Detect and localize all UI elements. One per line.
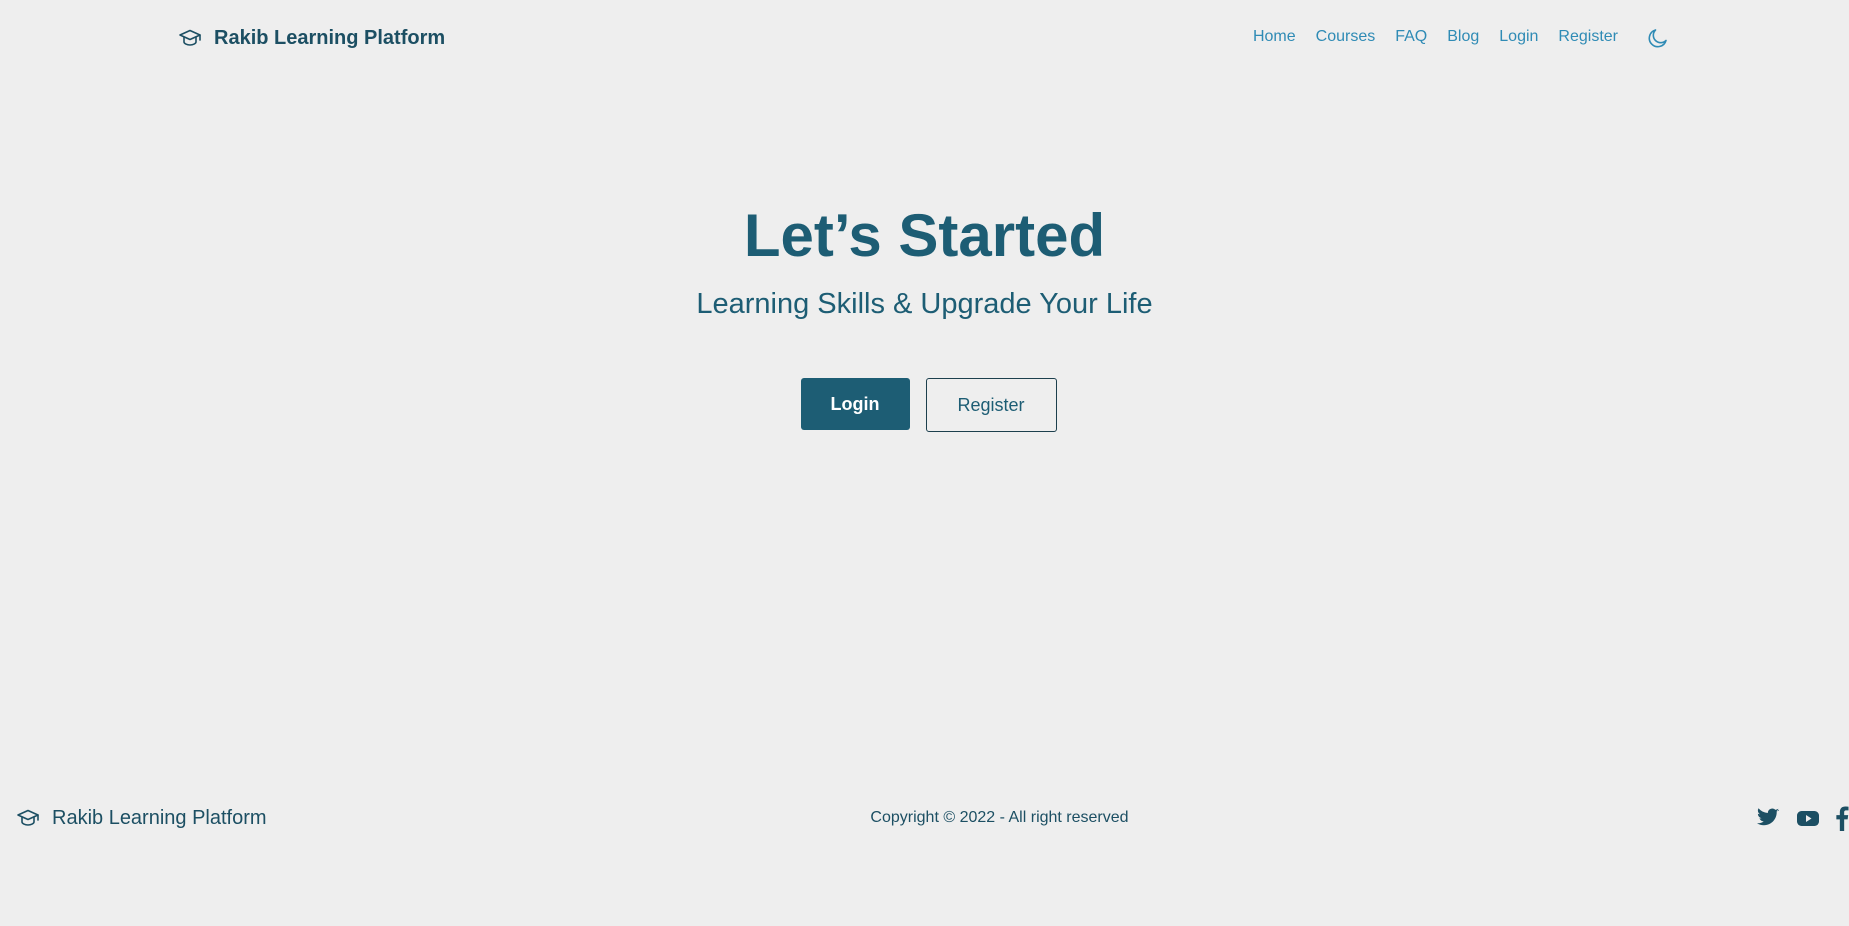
moon-icon: [1646, 26, 1670, 50]
hero-section: Let’s Started Learning Skills & Upgrade …: [0, 200, 1849, 432]
theme-toggle-button[interactable]: [1646, 26, 1670, 50]
main-nav: Home Courses FAQ Blog Login Register: [1233, 28, 1618, 46]
brand-link[interactable]: Rakib Learning Platform: [178, 26, 445, 50]
hero-actions: Login Register: [0, 378, 1849, 432]
facebook-icon: [1835, 805, 1849, 831]
youtube-link[interactable]: [1795, 806, 1821, 830]
nav-home-link[interactable]: Home: [1253, 28, 1296, 46]
hero-title: Let’s Started: [743, 202, 1106, 269]
nav-register-link[interactable]: Register: [1558, 28, 1618, 46]
nav-login-link[interactable]: Login: [1499, 28, 1538, 46]
copyright-text: Copyright © 2022 - All right reserved: [870, 809, 1129, 826]
brand-name: Rakib Learning Platform: [214, 26, 446, 49]
graduation-cap-icon: [178, 26, 202, 50]
login-button[interactable]: Login: [800, 378, 910, 430]
copyright-text-wrap: Copyright © 2022 - All right reserved: [0, 809, 1849, 827]
register-button[interactable]: Register: [925, 378, 1057, 432]
twitter-link[interactable]: [1755, 806, 1781, 830]
social-links: [1755, 805, 1849, 831]
nav-blog-link[interactable]: Blog: [1447, 28, 1479, 46]
navbar: Rakib Learning Platform Home Courses FAQ…: [0, 0, 1849, 78]
twitter-icon: [1755, 806, 1781, 830]
youtube-icon: [1795, 806, 1821, 830]
nav-faq-link[interactable]: FAQ: [1395, 28, 1427, 46]
page: Rakib Learning Platform Home Courses FAQ…: [0, 0, 1849, 926]
hero-subtitle: Learning Skills & Upgrade Your Life: [696, 288, 1153, 320]
footer: Rakib Learning Platform Copyright © 2022…: [0, 800, 1849, 836]
facebook-link[interactable]: [1835, 805, 1849, 831]
nav-courses-link[interactable]: Courses: [1316, 28, 1376, 46]
